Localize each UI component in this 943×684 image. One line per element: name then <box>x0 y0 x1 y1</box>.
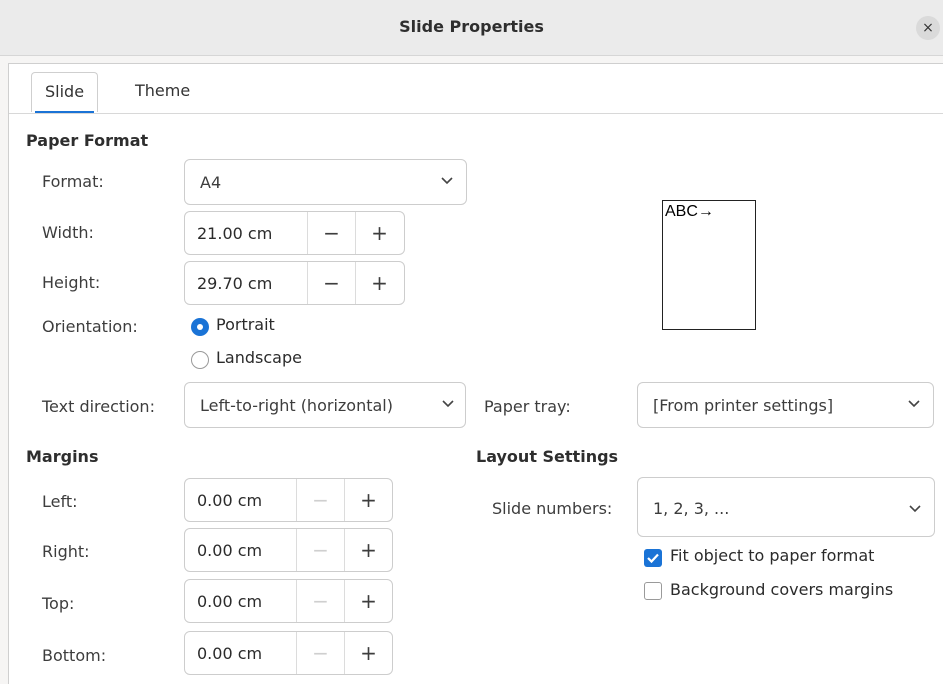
layout-settings-heading: Layout Settings <box>476 447 619 466</box>
fit-object-label[interactable]: Fit object to paper format <box>670 546 874 565</box>
margin-left-decrement-button[interactable]: − <box>296 479 344 521</box>
background-covers-checkbox[interactable] <box>644 582 662 600</box>
background-covers-label[interactable]: Background covers margins <box>670 580 893 599</box>
landscape-radio[interactable] <box>191 351 209 369</box>
margin-bottom-increment-button[interactable]: + <box>344 632 392 674</box>
margin-right-label: Right: <box>42 542 90 561</box>
margin-bottom-value: 0.00 cm <box>197 644 263 663</box>
margin-top-decrement-button[interactable]: − <box>296 580 344 622</box>
slide-numbers-label: Slide numbers: <box>492 499 613 518</box>
format-value: A4 <box>200 173 222 192</box>
format-label: Format: <box>42 172 104 191</box>
height-label: Height: <box>42 273 101 292</box>
margin-left-increment-button[interactable]: + <box>344 479 392 521</box>
paper-format-heading: Paper Format <box>26 131 149 150</box>
margins-heading: Margins <box>26 447 99 466</box>
margin-right-value: 0.00 cm <box>197 541 263 560</box>
preview-text: ABC→ <box>665 203 714 220</box>
margin-left-value: 0.00 cm <box>197 491 263 510</box>
margin-bottom-decrement-button[interactable]: − <box>296 632 344 674</box>
text-direction-value: Left-to-right (horizontal) <box>200 396 393 415</box>
height-spinbox[interactable]: 29.70 cm − + <box>184 261 405 305</box>
height-decrement-button[interactable]: − <box>307 262 355 304</box>
margin-right-spinbox[interactable]: 0.00 cm − + <box>184 528 393 572</box>
window-title: Slide Properties <box>399 17 544 36</box>
paper-tray-dropdown[interactable]: [From printer settings] <box>637 382 934 428</box>
height-increment-button[interactable]: + <box>355 262 403 304</box>
width-spinbox[interactable]: 21.00 cm − + <box>184 211 405 255</box>
margin-bottom-label: Bottom: <box>42 646 107 665</box>
page-preview: ABC→ <box>662 200 756 330</box>
format-dropdown[interactable]: A4 <box>184 159 467 205</box>
slide-numbers-value: 1, 2, 3, ... <box>653 499 730 518</box>
tab-theme[interactable]: Theme <box>122 72 203 112</box>
tab-slide[interactable]: Slide <box>31 72 99 114</box>
margin-right-increment-button[interactable]: + <box>344 529 392 571</box>
height-value: 29.70 cm <box>197 274 273 293</box>
margin-left-label: Left: <box>42 492 78 511</box>
chevron-down-icon <box>442 400 454 408</box>
chevron-down-icon <box>908 400 920 408</box>
fit-object-checkbox[interactable] <box>644 549 662 567</box>
portrait-radio[interactable] <box>191 318 209 336</box>
portrait-label[interactable]: Portrait <box>216 315 275 334</box>
landscape-label[interactable]: Landscape <box>216 348 302 367</box>
margin-top-increment-button[interactable]: + <box>344 580 392 622</box>
orientation-label: Orientation: <box>42 317 138 336</box>
close-icon[interactable]: × <box>916 16 940 40</box>
checkmark-icon <box>647 553 659 564</box>
margin-top-value: 0.00 cm <box>197 592 263 611</box>
text-direction-label: Text direction: <box>42 397 155 416</box>
width-increment-button[interactable]: + <box>355 212 403 254</box>
paper-tray-label: Paper tray: <box>484 397 571 416</box>
margin-top-label: Top: <box>42 594 75 613</box>
text-direction-dropdown[interactable]: Left-to-right (horizontal) <box>184 382 466 428</box>
width-label: Width: <box>42 223 94 242</box>
chevron-down-icon <box>441 177 453 185</box>
margin-top-spinbox[interactable]: 0.00 cm − + <box>184 579 393 623</box>
paper-tray-value: [From printer settings] <box>653 396 834 415</box>
chevron-down-icon <box>909 505 921 513</box>
tab-divider <box>9 113 943 114</box>
margin-left-spinbox[interactable]: 0.00 cm − + <box>184 478 393 522</box>
margin-bottom-spinbox[interactable]: 0.00 cm − + <box>184 631 393 675</box>
width-value: 21.00 cm <box>197 224 273 243</box>
title-bar: Slide Properties × <box>0 0 943 56</box>
margin-right-decrement-button[interactable]: − <box>296 529 344 571</box>
dialog-content: Slide Theme Paper Format Format: A4 Widt… <box>8 63 943 684</box>
slide-numbers-dropdown[interactable]: 1, 2, 3, ... <box>637 477 935 537</box>
width-decrement-button[interactable]: − <box>307 212 355 254</box>
